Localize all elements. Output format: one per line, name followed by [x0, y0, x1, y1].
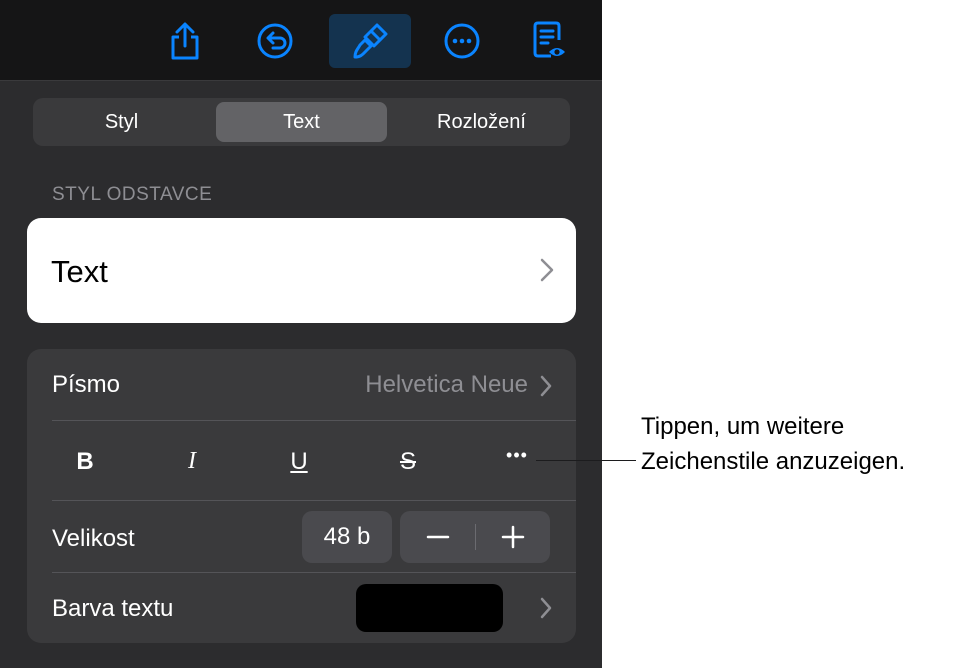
- font-row[interactable]: Písmo Helvetica Neue: [27, 349, 576, 421]
- bold-button[interactable]: B: [65, 448, 105, 476]
- share-button[interactable]: [149, 14, 221, 68]
- text-options-group: Písmo Helvetica Neue B I U S ••• Velikos…: [27, 349, 576, 643]
- callout-line-2: Zeichenstile anzuzeigen.: [641, 448, 906, 475]
- plus-icon: [501, 525, 524, 549]
- decrease-size-button[interactable]: [400, 511, 475, 563]
- size-field[interactable]: 48 b: [302, 511, 392, 563]
- increase-size-button[interactable]: [475, 511, 550, 563]
- underline-button[interactable]: U: [279, 448, 319, 476]
- more-button[interactable]: [426, 14, 498, 68]
- toolbar: [0, 0, 602, 81]
- italic-button[interactable]: I: [172, 448, 212, 475]
- tab-styl[interactable]: Styl: [36, 102, 207, 142]
- callout-line-1: Tippen, um weitere: [641, 413, 845, 440]
- text-color-label: Barva textu: [52, 595, 174, 622]
- reading-view-button[interactable]: [514, 14, 586, 68]
- chevron-right-icon: [540, 597, 552, 619]
- font-label: Písmo: [52, 371, 121, 398]
- tab-rozlozeni[interactable]: Rozložení: [396, 102, 567, 142]
- paragraph-style-button[interactable]: Text: [27, 218, 576, 323]
- format-button[interactable]: [329, 14, 411, 68]
- character-style-row: B I U S •••: [27, 421, 576, 501]
- undo-icon: [257, 23, 293, 59]
- callout-leader-line: [536, 460, 636, 461]
- share-icon: [171, 22, 199, 60]
- section-label-paragraph-style: STYL ODSTAVCE: [52, 184, 213, 205]
- more-character-styles-button[interactable]: •••: [497, 445, 537, 466]
- callout-annotation: Tippen, um weitere Zeichenstile anzuzeig…: [641, 409, 971, 479]
- tab-bar: Styl Text Rozložení: [33, 98, 570, 146]
- paintbrush-icon: [353, 23, 388, 59]
- tab-text[interactable]: Text: [216, 102, 387, 142]
- font-value: Helvetica Neue: [365, 371, 528, 398]
- paragraph-style-name: Text: [51, 254, 108, 289]
- undo-button[interactable]: [239, 14, 311, 68]
- size-label: Velikost: [52, 525, 135, 552]
- chevron-right-icon: [540, 258, 554, 282]
- more-icon: [444, 23, 480, 59]
- format-panel: Styl Text Rozložení STYL ODSTAVCE Text P…: [0, 0, 602, 668]
- minus-icon: [426, 535, 449, 539]
- size-stepper: [400, 511, 550, 563]
- strikethrough-button[interactable]: S: [388, 448, 428, 476]
- text-color-swatch[interactable]: [356, 584, 503, 632]
- chevron-right-icon: [540, 375, 552, 397]
- document-view-icon: [533, 21, 565, 58]
